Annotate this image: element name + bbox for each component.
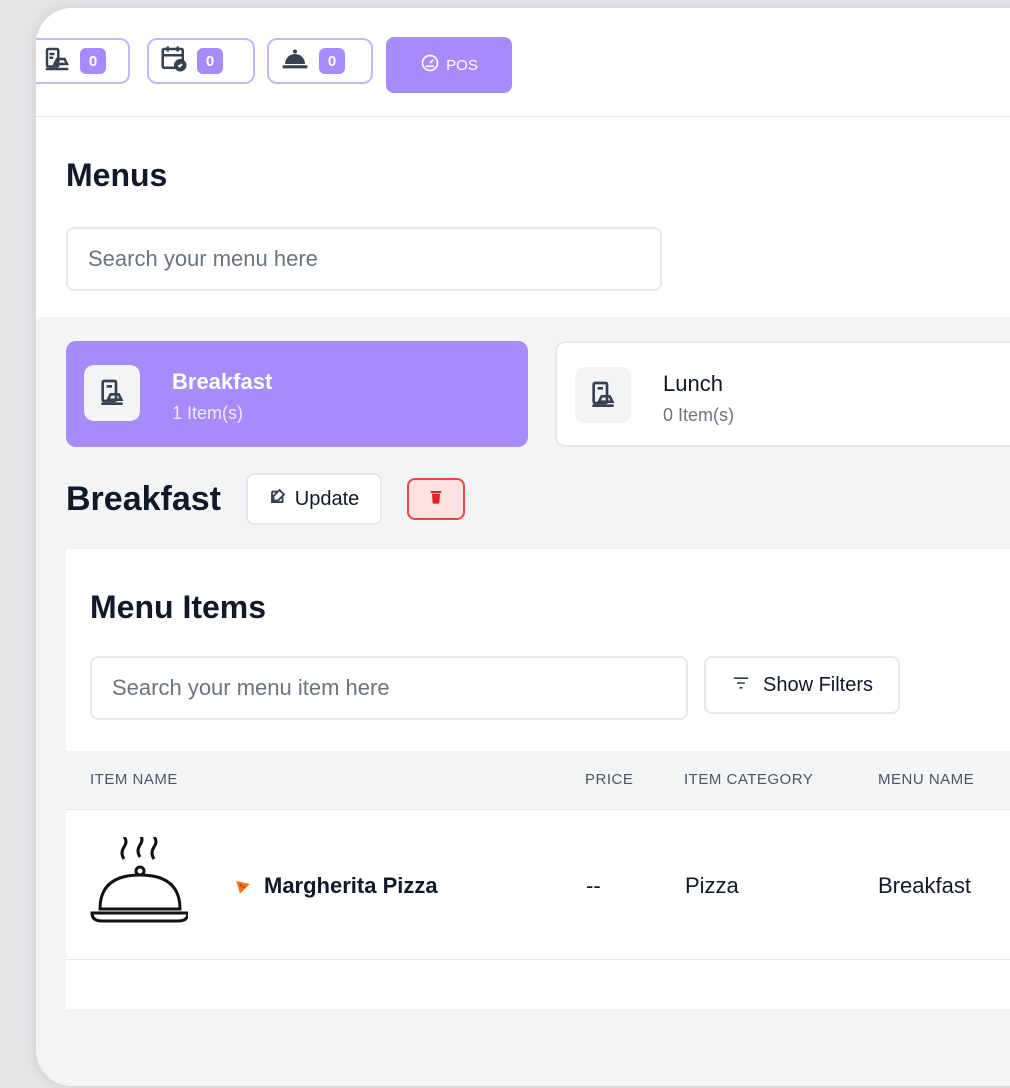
cloche-icon bbox=[88, 833, 190, 934]
menus-panel: Menus Search your menu here bbox=[36, 117, 1010, 317]
menu-card-breakfast[interactable]: Breakfast 1 Item(s) bbox=[66, 341, 528, 447]
update-button[interactable]: Update bbox=[246, 473, 382, 525]
menu-items-panel: Menu Items Search your menu item here Sh… bbox=[66, 549, 1010, 1009]
menu-count-badge: 0 bbox=[80, 48, 106, 74]
column-header-item-name: ITEM NAME bbox=[90, 771, 178, 788]
column-header-price: PRICE bbox=[585, 771, 634, 788]
update-label: Update bbox=[294, 487, 360, 510]
calendar-check-icon bbox=[159, 44, 189, 79]
menu-item-search-input[interactable]: Search your menu item here bbox=[90, 656, 688, 720]
delete-button[interactable] bbox=[407, 478, 465, 520]
item-name: Margherita Pizza bbox=[264, 873, 438, 898]
item-menu-name: Breakfast bbox=[878, 873, 971, 898]
app-window: 0 0 0 POS Menus Search your menu here Br… bbox=[36, 8, 1010, 1086]
menu-card-lunch[interactable]: Lunch 0 Item(s) bbox=[555, 341, 1010, 447]
menu-card-count: 1 Item(s) bbox=[172, 403, 244, 423]
show-filters-button[interactable]: Show Filters bbox=[704, 656, 900, 714]
order-count-chip[interactable]: 0 bbox=[267, 38, 373, 84]
trash-icon bbox=[428, 488, 444, 511]
menu-card-count: 0 Item(s) bbox=[663, 405, 735, 425]
gauge-icon bbox=[420, 53, 440, 77]
pos-button[interactable]: POS bbox=[386, 37, 512, 93]
menu-count-chip[interactable]: 0 bbox=[36, 38, 130, 84]
table-row[interactable]: Margherita Pizza -- Pizza Breakfast bbox=[66, 809, 1010, 960]
cloche-icon bbox=[279, 44, 311, 79]
menu-book-icon bbox=[84, 365, 140, 421]
item-category: Pizza bbox=[685, 873, 739, 898]
column-header-item-category: ITEM CATEGORY bbox=[684, 771, 814, 788]
column-header-menu-name: MENU NAME bbox=[878, 771, 975, 788]
menu-card-name: Breakfast bbox=[172, 369, 273, 394]
menu-book-icon bbox=[42, 44, 72, 79]
pizza-icon bbox=[234, 878, 252, 901]
reservation-count-chip[interactable]: 0 bbox=[147, 38, 255, 84]
top-bar: 0 0 0 POS bbox=[36, 8, 1010, 117]
filter-icon bbox=[731, 674, 751, 697]
menu-items-title: Menu Items bbox=[90, 589, 267, 625]
show-filters-label: Show Filters bbox=[762, 673, 874, 696]
selected-menu-title: Breakfast bbox=[66, 480, 221, 518]
menu-search-input[interactable]: Search your menu here bbox=[66, 227, 662, 291]
menu-book-icon bbox=[575, 367, 631, 423]
menus-title: Menus bbox=[66, 157, 168, 193]
pos-label: POS bbox=[446, 56, 478, 74]
order-count-badge: 0 bbox=[319, 48, 345, 74]
menu-card-name: Lunch bbox=[663, 371, 723, 396]
table-header: ITEM NAME PRICE ITEM CATEGORY MENU NAME bbox=[66, 751, 1010, 810]
reservation-count-badge: 0 bbox=[197, 48, 223, 74]
panel-footer bbox=[66, 1009, 1010, 1086]
edit-icon bbox=[269, 487, 287, 511]
item-price: -- bbox=[586, 873, 601, 898]
